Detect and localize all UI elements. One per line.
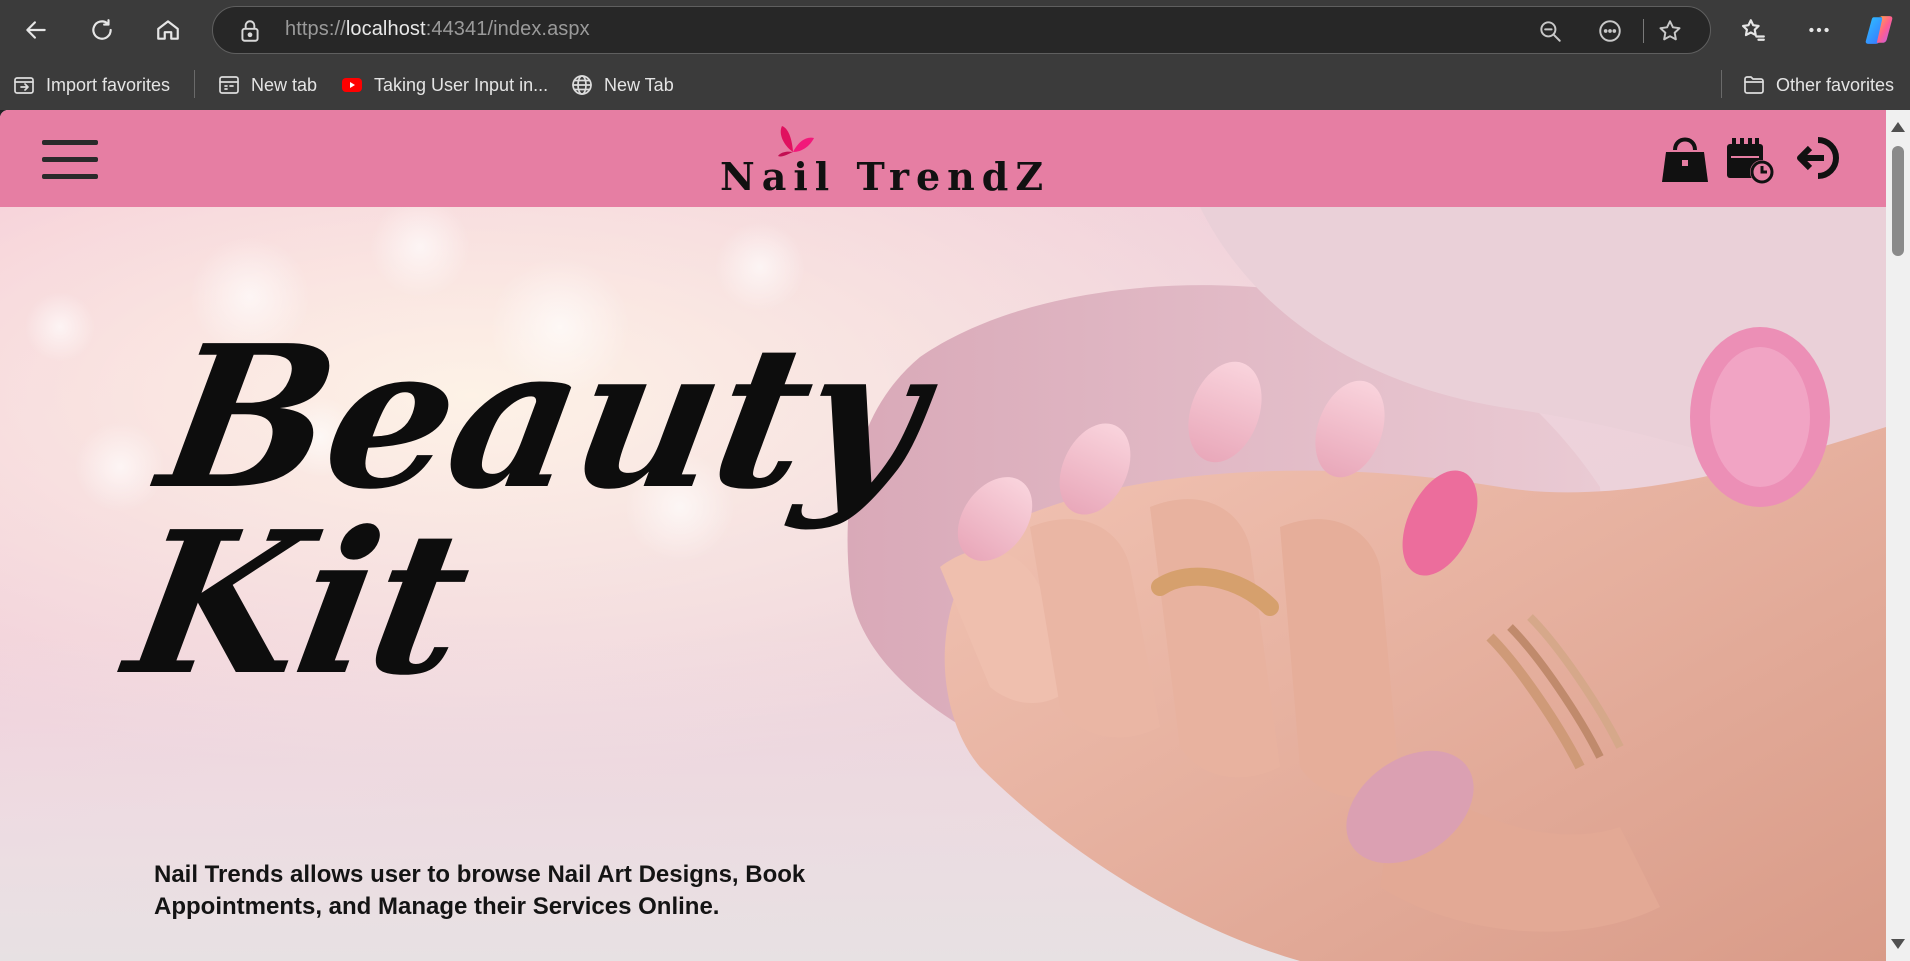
copilot-icon: [1865, 16, 1893, 44]
refresh-button[interactable]: [83, 11, 121, 49]
more-site-info-button[interactable]: [1595, 16, 1625, 46]
address-divider: [1643, 19, 1644, 43]
star-icon: [1659, 20, 1681, 41]
favorites-button[interactable]: [1734, 11, 1772, 49]
hero-description: Nail Trends allows user to browse Nail A…: [154, 861, 806, 920]
refresh-icon: [92, 19, 112, 40]
zoom-out-button[interactable]: [1535, 16, 1565, 46]
page-viewport: Nail TrendZ Beauty Kit Nail Trends allow…: [0, 110, 1886, 961]
favorites-divider-right: [1721, 70, 1722, 98]
browser-toolbar: https://localhost:44341/index.aspx: [0, 0, 1910, 60]
favorite-youtube[interactable]: Taking User Input in...: [340, 70, 548, 100]
home-icon: [157, 20, 179, 40]
site-logo[interactable]: Nail TrendZ: [720, 126, 1043, 204]
arrow-left-icon: [26, 21, 46, 39]
appointment-history-icon[interactable]: [1724, 130, 1776, 186]
logout-icon[interactable]: [1796, 130, 1842, 186]
scroll-up-arrow-icon[interactable]: [1891, 122, 1905, 132]
menu-button[interactable]: [42, 140, 98, 180]
handbag-icon[interactable]: [1660, 130, 1710, 186]
back-button[interactable]: [17, 11, 55, 49]
favorites-divider: [194, 70, 195, 98]
other-favorites[interactable]: Other favorites: [1742, 70, 1894, 100]
new-tab-icon: [219, 76, 239, 94]
ellipsis-circle-icon: [1599, 20, 1621, 42]
lock-icon: [241, 20, 259, 42]
settings-more-button[interactable]: [1800, 11, 1838, 49]
folder-icon: [1744, 76, 1764, 94]
favorite-import[interactable]: Import favorites: [12, 70, 170, 100]
globe-icon: [572, 75, 592, 95]
youtube-icon: [342, 78, 362, 92]
page-scrollbar[interactable]: [1886, 110, 1910, 961]
url-text: https://localhost:44341/index.aspx: [285, 18, 590, 40]
add-favorite-button[interactable]: [1655, 16, 1685, 46]
import-icon: [14, 77, 34, 94]
home-button[interactable]: [149, 11, 187, 49]
copilot-button[interactable]: [1861, 11, 1899, 49]
favorites-star-list-icon: [1741, 19, 1765, 41]
more-horizontal-icon: [1809, 27, 1829, 33]
address-bar[interactable]: https://localhost:44341/index.aspx: [212, 6, 1711, 54]
favorite-new-tab[interactable]: New tab: [217, 70, 317, 100]
scrollbar-thumb[interactable]: [1892, 146, 1904, 256]
zoom-out-icon: [1540, 21, 1561, 42]
hero-banner: Beauty Kit Nail Trends allows user to br…: [0, 207, 1886, 961]
favorite-new-tab-globe[interactable]: New Tab: [570, 70, 674, 100]
site-header: Nail TrendZ: [0, 110, 1886, 207]
hero-title: Beauty Kit: [113, 303, 939, 719]
scroll-down-arrow-icon[interactable]: [1891, 939, 1905, 949]
